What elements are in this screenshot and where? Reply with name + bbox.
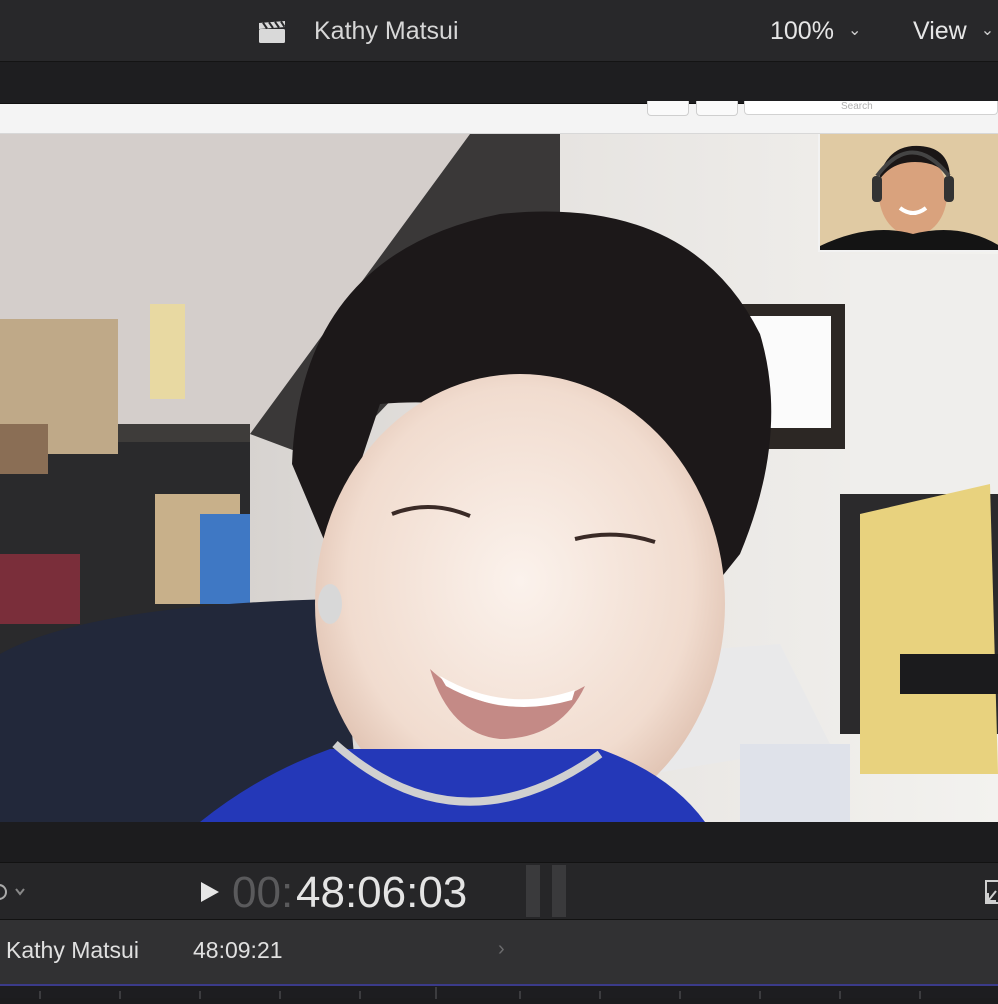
- call-window-toolbar: Search: [0, 101, 998, 134]
- self-view-picture: [820, 134, 998, 250]
- chevron-down-icon: ⌄: [980, 22, 995, 39]
- share-button[interactable]: [647, 101, 689, 116]
- zoom-level: 100%: [770, 17, 834, 45]
- timecode-prefix: 00:: [232, 868, 294, 917]
- fullscreen-icon[interactable]: [984, 879, 998, 905]
- timecode-display: 48:06:03: [296, 868, 468, 917]
- timeline-ruler[interactable]: [0, 984, 998, 999]
- timeline-clip-duration: 48:09:21: [193, 937, 283, 963]
- zoom-menu[interactable]: 100% ⌄: [770, 17, 861, 46]
- clip-title: Kathy Matsui: [314, 17, 459, 45]
- viewer-bottom-spacer: [0, 822, 998, 862]
- timeline-index-row[interactable]: Kathy Matsui 48:09:21 ›: [0, 920, 998, 984]
- transport-bar: 00: 48:06:03: [0, 862, 998, 920]
- search-input[interactable]: Search: [744, 101, 998, 115]
- play-icon[interactable]: [199, 880, 221, 904]
- clapperboard-icon: [259, 20, 286, 43]
- self-view-preview[interactable]: [818, 134, 998, 252]
- view-menu[interactable]: View ⌄: [913, 17, 994, 46]
- search-placeholder: Search: [841, 101, 873, 112]
- grid-button[interactable]: [696, 101, 738, 116]
- viewer-toolbar-spacer: [0, 62, 998, 104]
- ruler-ticks: [39, 987, 921, 999]
- timeline-clip-name: Kathy Matsui: [6, 937, 139, 963]
- chevron-right-icon[interactable]: ›: [498, 938, 505, 961]
- view-menu-label: View: [913, 17, 967, 45]
- gear-icon[interactable]: [0, 881, 32, 903]
- pause-icon[interactable]: [524, 865, 568, 917]
- chevron-down-icon: ⌄: [847, 22, 862, 39]
- viewer-header: Kathy Matsui 100% ⌄ View ⌄: [0, 0, 998, 62]
